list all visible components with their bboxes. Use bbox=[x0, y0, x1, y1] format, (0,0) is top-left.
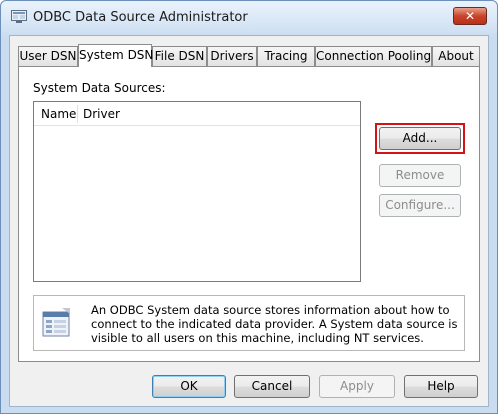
tab-about[interactable]: About bbox=[432, 46, 480, 66]
system-data-sources-label: System Data Sources: bbox=[33, 81, 166, 95]
column-separator[interactable] bbox=[77, 105, 78, 123]
odbc-dialog-window: ODBC Data Source Administrator ✕ User DS… bbox=[0, 0, 498, 414]
configure-button[interactable]: Configure... bbox=[379, 194, 461, 217]
info-box: An ODBC System data source stores inform… bbox=[33, 295, 465, 351]
list-header: Name Driver bbox=[34, 102, 360, 126]
dialog-client-area: User DSN System DSN File DSN Drivers Tra… bbox=[9, 35, 489, 407]
apply-button[interactable]: Apply bbox=[319, 375, 395, 398]
info-description: An ODBC System data source stores inform… bbox=[91, 303, 458, 345]
ok-button[interactable]: OK bbox=[152, 375, 226, 398]
remove-button[interactable]: Remove bbox=[379, 164, 461, 187]
help-button[interactable]: Help bbox=[404, 375, 478, 398]
tab-tracing[interactable]: Tracing bbox=[257, 46, 315, 66]
data-source-info-icon bbox=[42, 308, 70, 337]
tab-file-dsn[interactable]: File DSN bbox=[152, 46, 207, 66]
tab-user-dsn[interactable]: User DSN bbox=[18, 46, 78, 66]
add-button[interactable]: Add... bbox=[379, 127, 461, 150]
title-bar[interactable]: ODBC Data Source Administrator ✕ bbox=[1, 1, 497, 33]
cancel-button[interactable]: Cancel bbox=[234, 375, 310, 398]
window-title: ODBC Data Source Administrator bbox=[33, 10, 248, 25]
tab-connection-pooling[interactable]: Connection Pooling bbox=[315, 46, 432, 66]
data-sources-list[interactable]: Name Driver bbox=[33, 101, 361, 282]
column-header-driver[interactable]: Driver bbox=[83, 107, 120, 121]
close-button[interactable]: ✕ bbox=[453, 7, 487, 25]
tab-drivers[interactable]: Drivers bbox=[207, 46, 257, 66]
tab-system-dsn[interactable]: System DSN bbox=[78, 44, 153, 67]
odbc-app-icon bbox=[11, 10, 27, 23]
column-header-name[interactable]: Name bbox=[41, 107, 76, 121]
system-dsn-panel: System Data Sources: Name Driver Add... … bbox=[18, 66, 480, 362]
